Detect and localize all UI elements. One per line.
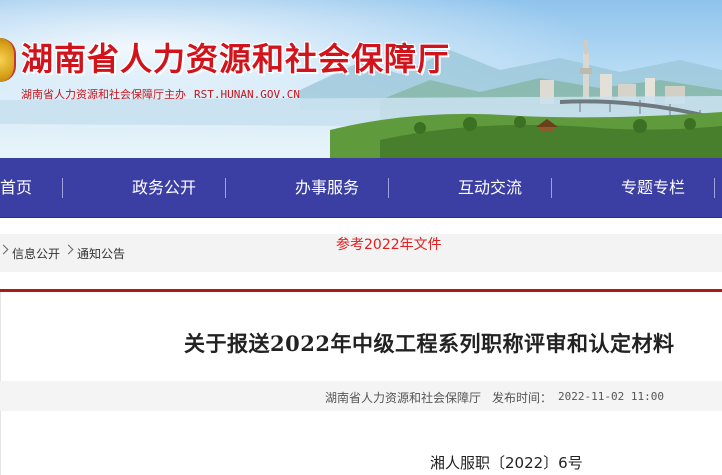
header-banner: 湖南省人力资源和社会保障厅 湖南省人力资源和社会保障厅主办 RST.HUNAN.G…: [0, 0, 722, 158]
nav-divider: [62, 178, 63, 198]
article-title: 关于报送2022年中级工程系列职称评审和认定材料: [184, 331, 675, 356]
nav-item-government-affairs[interactable]: 政务公开: [132, 158, 196, 217]
breadcrumb-info-disclosure[interactable]: 信息公开: [12, 245, 60, 262]
site-url[interactable]: RST.HUNAN.GOV.CN: [194, 88, 300, 101]
main-nav: 首页 政务公开 办事服务 互动交流 专题专栏: [0, 158, 722, 218]
site-title[interactable]: 湖南省人力资源和社会保障厅: [21, 34, 450, 80]
nav-divider: [714, 178, 715, 198]
breadcrumb-notices[interactable]: 通知公告: [77, 245, 125, 262]
nav-divider: [551, 178, 552, 198]
document-number: 湘人服职〔2022〕6号: [430, 454, 583, 472]
publish-time-label: 发布时间：: [492, 391, 553, 405]
sponsor-text: 湖南省人力资源和社会保障厅主办: [21, 88, 186, 101]
nav-item-home[interactable]: 首页: [0, 158, 32, 217]
nav-item-interaction[interactable]: 互动交流: [458, 158, 522, 217]
nav-divider: [388, 178, 389, 198]
article-source: 湖南省人力资源和社会保障厅: [325, 391, 482, 405]
content-divider: [0, 289, 722, 292]
nav-item-services[interactable]: 办事服务: [295, 158, 359, 217]
reference-note: 参考2022年文件: [336, 237, 442, 253]
publish-time: 2022-11-02 11:00: [558, 390, 664, 403]
nav-item-special-topics[interactable]: 专题专栏: [621, 158, 685, 217]
sponsor-line: 湖南省人力资源和社会保障厅主办 RST.HUNAN.GOV.CN: [21, 86, 300, 102]
nav-divider: [225, 178, 226, 198]
